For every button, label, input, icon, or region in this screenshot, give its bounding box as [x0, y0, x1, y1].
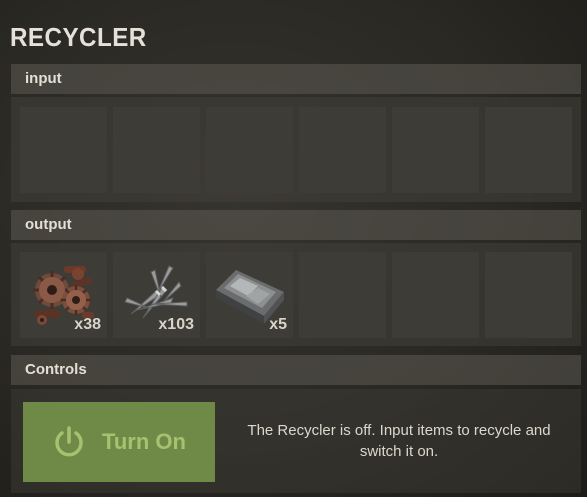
- input-section-header: input: [11, 64, 581, 94]
- input-slot-3[interactable]: [206, 107, 293, 193]
- recycler-status-text: The Recycler is off. Input items to recy…: [247, 422, 551, 460]
- input-slot-1[interactable]: [20, 107, 107, 193]
- turn-on-button[interactable]: Turn On: [23, 402, 215, 482]
- power-icon: [55, 426, 83, 457]
- output-slots: x38 x103 x5: [20, 252, 572, 338]
- item-count: x5: [269, 316, 287, 333]
- controls-section-header: Controls: [11, 355, 581, 385]
- output-slot-6[interactable]: [485, 252, 572, 338]
- output-slot-5[interactable]: [392, 252, 479, 338]
- item-count: x38: [74, 316, 101, 333]
- panel-title: RECYCLER: [10, 22, 147, 52]
- output-slot-2[interactable]: x103: [113, 252, 200, 338]
- input-slot-4[interactable]: [299, 107, 386, 193]
- input-slot-5[interactable]: [392, 107, 479, 193]
- output-slot-4[interactable]: [299, 252, 386, 338]
- output-slot-1[interactable]: x38: [20, 252, 107, 338]
- item-count: x103: [158, 316, 194, 333]
- turn-on-label: Turn On: [102, 429, 186, 454]
- input-slot-6[interactable]: [485, 107, 572, 193]
- input-slots: [20, 107, 572, 193]
- input-slot-2[interactable]: [113, 107, 200, 193]
- output-slot-3[interactable]: x5: [206, 252, 293, 338]
- output-section-header: output: [11, 210, 581, 240]
